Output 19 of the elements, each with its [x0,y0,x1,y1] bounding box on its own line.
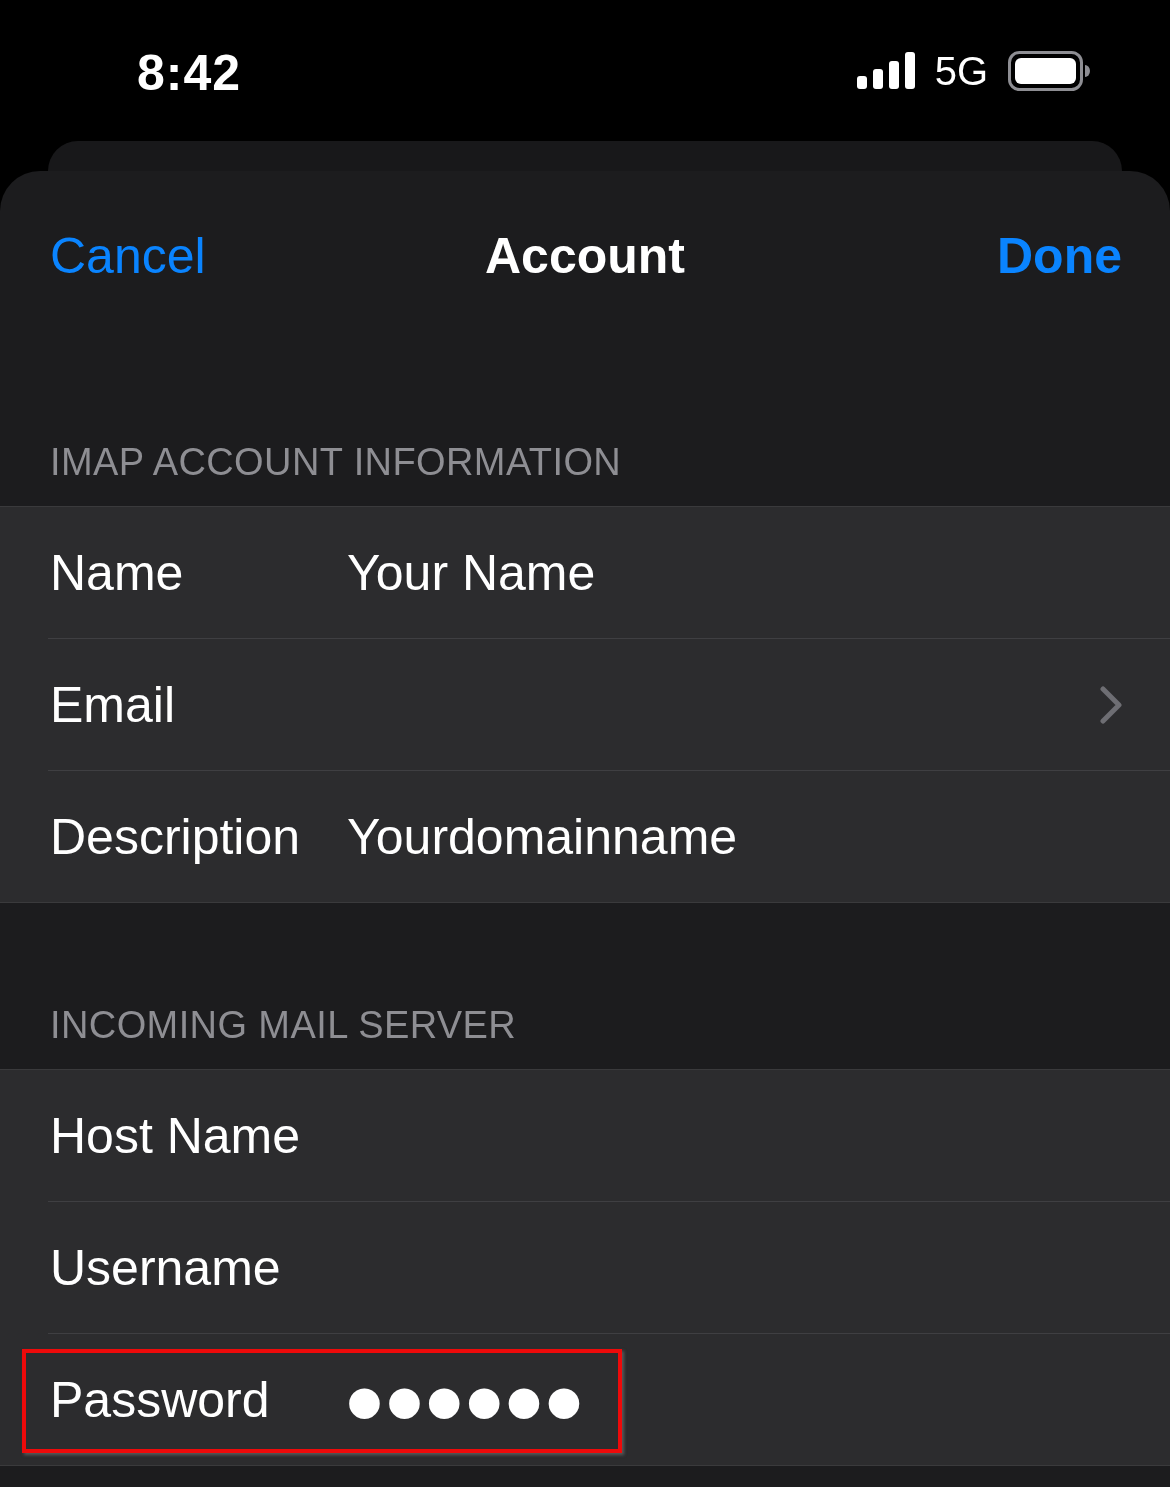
input-field[interactable]: Your Name [347,539,1120,606]
field-label: Host Name [49,1106,302,1166]
input-field[interactable]: ●●●●●● [347,1366,1120,1433]
cancel-button[interactable]: Cancel [50,226,206,286]
section-header: IMAP ACCOUNT INFORMATION [50,440,622,484]
network-label: 5G [934,50,988,91]
field-label: Name [49,543,185,603]
list-item[interactable]: Email [0,639,1170,770]
field-label: Username [49,1238,282,1298]
clock-time: 8:42 [137,47,242,98]
section-header: INCOMING MAIL SERVER [50,1003,517,1047]
input-field[interactable]: Yourdomainname [347,803,1120,870]
signal-bars-icon [856,52,915,89]
battery-icon [1008,50,1090,91]
page-title: Account [485,227,685,286]
field-label: Password [49,1370,271,1430]
field-label: Description [49,807,302,867]
done-button[interactable]: Done [997,226,1122,286]
chevron-icon [1100,685,1122,724]
